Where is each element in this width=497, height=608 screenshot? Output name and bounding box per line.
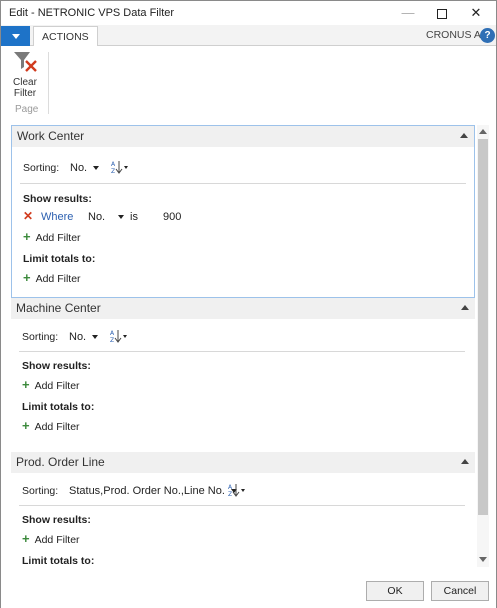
filter-field-dropdown[interactable]: No.: [88, 211, 125, 223]
section-title: Prod. Order Line: [16, 455, 105, 469]
chevron-up-icon[interactable]: [460, 133, 468, 138]
dialog-footer: OK Cancel: [1, 571, 496, 608]
svg-text:Z: Z: [228, 491, 232, 497]
dropdown-arrow-icon: [118, 215, 125, 220]
dropdown-arrow-icon: [93, 166, 100, 171]
divider: [19, 351, 465, 352]
sorting-value: Status,Prod. Order No.,Line No.: [69, 485, 225, 497]
dialog-window: Edit - NETRONIC VPS Data Filter — ✕ ACTI…: [0, 0, 497, 608]
sorting-dropdown[interactable]: No.: [70, 162, 100, 174]
sorting-dropdown[interactable]: Status,Prod. Order No.,Line No.: [69, 485, 237, 497]
section-body: Sorting: No. A Z Show results: + Add Filt…: [11, 319, 475, 452]
limit-totals-label: Limit totals to:: [22, 555, 95, 567]
sorting-value: No.: [69, 331, 87, 343]
plus-icon: +: [22, 531, 30, 546]
clear-filter-label: Clear Filter: [7, 77, 43, 99]
section-work-center: Work Center Sorting: No. A Z Show result…: [11, 125, 475, 298]
section-header-work-center[interactable]: Work Center: [12, 126, 474, 147]
section-body: Sorting: No. A Z Show results: ✕ Where N…: [12, 147, 474, 297]
clear-filter-label-line2: Filter: [13, 88, 37, 99]
show-results-label: Show results:: [22, 360, 91, 372]
section-prod-order-line: Prod. Order Line Sorting: Status,Prod. O…: [11, 452, 475, 567]
add-filter-label: Add Filter: [34, 421, 80, 433]
sorting-value: No.: [70, 162, 88, 174]
filter-operator: is: [130, 211, 138, 223]
filter-where-link[interactable]: Where: [41, 211, 73, 223]
divider: [20, 183, 466, 184]
section-body: Sorting: Status,Prod. Order No.,Line No.…: [11, 473, 475, 567]
filter-field-value: No.: [88, 211, 106, 223]
window-title: Edit - NETRONIC VPS Data Filter: [9, 7, 175, 19]
section-machine-center: Machine Center Sorting: No. A Z Show res…: [11, 298, 475, 452]
sort-az-icon[interactable]: A Z: [228, 483, 246, 497]
ribbon-panel: Clear Filter Page: [1, 46, 496, 118]
add-filter-button[interactable]: + Add Filter: [22, 377, 80, 392]
filter-sections-pane: Work Center Sorting: No. A Z Show result…: [11, 125, 475, 567]
show-results-label: Show results:: [23, 193, 92, 205]
add-filter-label: Add Filter: [34, 534, 80, 546]
maximize-icon: [437, 8, 447, 19]
add-filter-label: Add Filter: [35, 273, 81, 285]
svg-text:A: A: [228, 484, 233, 491]
app-menu-button[interactable]: [1, 26, 30, 46]
add-filter-label: Add Filter: [34, 380, 80, 392]
tab-actions[interactable]: ACTIONS: [33, 26, 98, 47]
svg-text:Z: Z: [111, 168, 115, 174]
title-bar: Edit - NETRONIC VPS Data Filter — ✕: [1, 1, 496, 25]
sorting-label: Sorting:: [23, 162, 60, 174]
clear-filter-label-line1: Clear: [13, 77, 37, 88]
scroll-up-icon[interactable]: [479, 129, 487, 134]
cancel-button[interactable]: Cancel: [431, 581, 489, 601]
svg-text:Z: Z: [110, 337, 114, 343]
clear-filter-button[interactable]: Clear Filter: [7, 50, 43, 99]
minimize-button[interactable]: —: [391, 1, 425, 25]
dropdown-arrow-icon: [92, 335, 99, 340]
add-filter-label: Add Filter: [35, 232, 81, 244]
sorting-label: Sorting:: [22, 331, 59, 343]
caret-down-icon: [12, 34, 20, 39]
sort-az-icon[interactable]: A Z: [111, 160, 129, 174]
scrollbar-thumb[interactable]: [478, 139, 488, 515]
plus-icon: +: [23, 270, 31, 285]
limit-add-filter-button[interactable]: + Add Filter: [22, 418, 80, 433]
filter-value-field[interactable]: 900: [163, 211, 181, 223]
scroll-down-icon[interactable]: [479, 557, 487, 562]
svg-text:A: A: [111, 161, 116, 168]
section-title: Machine Center: [16, 301, 101, 315]
ribbon-tab-bar: ACTIONS CRONUS AG ?: [1, 25, 496, 47]
plus-icon: +: [22, 377, 30, 392]
sort-az-icon[interactable]: A Z: [110, 329, 128, 343]
ribbon-group-label: Page: [15, 104, 39, 115]
sorting-dropdown[interactable]: No.: [69, 331, 99, 343]
section-header-prod-order-line[interactable]: Prod. Order Line: [11, 452, 475, 473]
limit-totals-label: Limit totals to:: [22, 401, 95, 413]
add-filter-button[interactable]: + Add Filter: [23, 229, 81, 244]
divider: [19, 505, 465, 506]
chevron-up-icon[interactable]: [461, 459, 469, 464]
sorting-label: Sorting:: [22, 485, 59, 497]
show-results-label: Show results:: [22, 514, 91, 526]
ok-button[interactable]: OK: [366, 581, 424, 601]
remove-filter-icon[interactable]: ✕: [23, 209, 33, 223]
ribbon-separator: [48, 52, 49, 114]
help-icon[interactable]: ?: [480, 28, 495, 43]
section-title: Work Center: [17, 129, 85, 143]
limit-totals-label: Limit totals to:: [23, 253, 96, 265]
plus-icon: +: [23, 229, 31, 244]
chevron-up-icon[interactable]: [461, 305, 469, 310]
maximize-button[interactable]: [425, 1, 459, 25]
add-filter-button[interactable]: + Add Filter: [22, 531, 80, 546]
plus-icon: +: [22, 418, 30, 433]
close-button[interactable]: ✕: [459, 1, 493, 25]
vertical-scrollbar[interactable]: [477, 125, 489, 567]
limit-add-filter-button[interactable]: + Add Filter: [23, 270, 81, 285]
svg-text:A: A: [110, 330, 115, 337]
clear-filter-icon: [14, 52, 37, 72]
section-header-machine-center[interactable]: Machine Center: [11, 298, 475, 319]
